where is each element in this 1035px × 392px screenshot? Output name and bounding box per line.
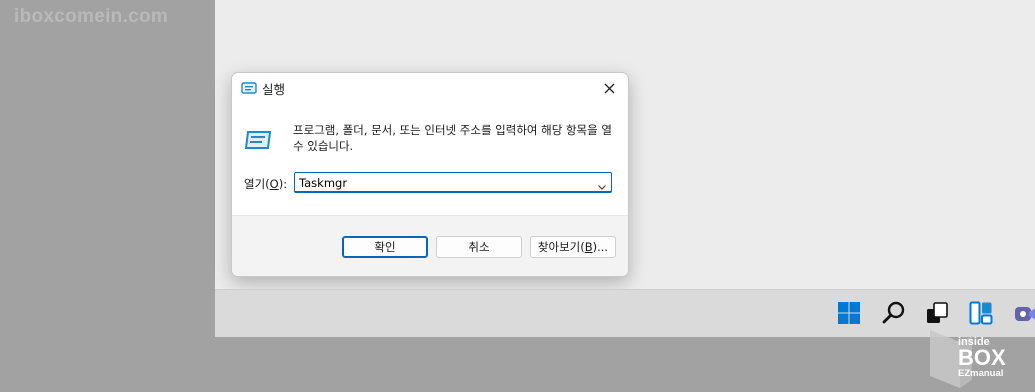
ok-button[interactable]: 확인 — [342, 236, 428, 258]
browse-label-prefix: 찾아보기( — [537, 240, 585, 254]
close-button[interactable] — [590, 73, 628, 103]
dialog-titlebar[interactable]: 실행 — [232, 73, 628, 103]
open-label: 열기(O): — [244, 176, 287, 192]
chevron-down-icon[interactable] — [597, 177, 607, 196]
search-icon — [882, 301, 905, 324]
open-combobox[interactable] — [294, 172, 612, 193]
run-large-icon — [244, 126, 274, 158]
open-label-suffix: ): — [278, 177, 288, 191]
dialog-description: 프로그램, 폴더, 문서, 또는 인터넷 주소를 입력하여 해당 항목을 열 수… — [293, 123, 612, 153]
open-label-accesskey: O — [269, 177, 279, 191]
open-label-prefix: 열기( — [244, 177, 270, 191]
browse-button[interactable]: 찾아보기(B)... — [530, 236, 616, 258]
cancel-button[interactable]: 취소 — [436, 236, 522, 258]
search-button[interactable] — [879, 298, 909, 328]
windows-start-icon — [838, 302, 860, 324]
start-button[interactable] — [834, 298, 864, 328]
browse-label-accesskey: B — [584, 240, 593, 254]
open-input[interactable] — [299, 175, 589, 191]
browse-label-suffix: )... — [592, 240, 609, 254]
watermark-text: iboxcomein.com — [14, 6, 169, 27]
run-dialog: 실행 프로그램, 폴더, 문서, 또는 인터넷 주소를 입력하여 해당 항목을 … — [231, 72, 629, 277]
dialog-title: 실행 — [262, 82, 286, 97]
insidebox-logo: inside BOX EZmanual — [928, 318, 1023, 388]
taskbar — [215, 289, 1035, 337]
logo-line3: EZmanual — [958, 368, 1003, 379]
run-app-icon — [241, 80, 257, 99]
dialog-footer: 확인 취소 찾아보기(B)... — [232, 215, 628, 276]
close-icon — [604, 83, 614, 93]
logo-line2: BOX — [958, 345, 1006, 370]
